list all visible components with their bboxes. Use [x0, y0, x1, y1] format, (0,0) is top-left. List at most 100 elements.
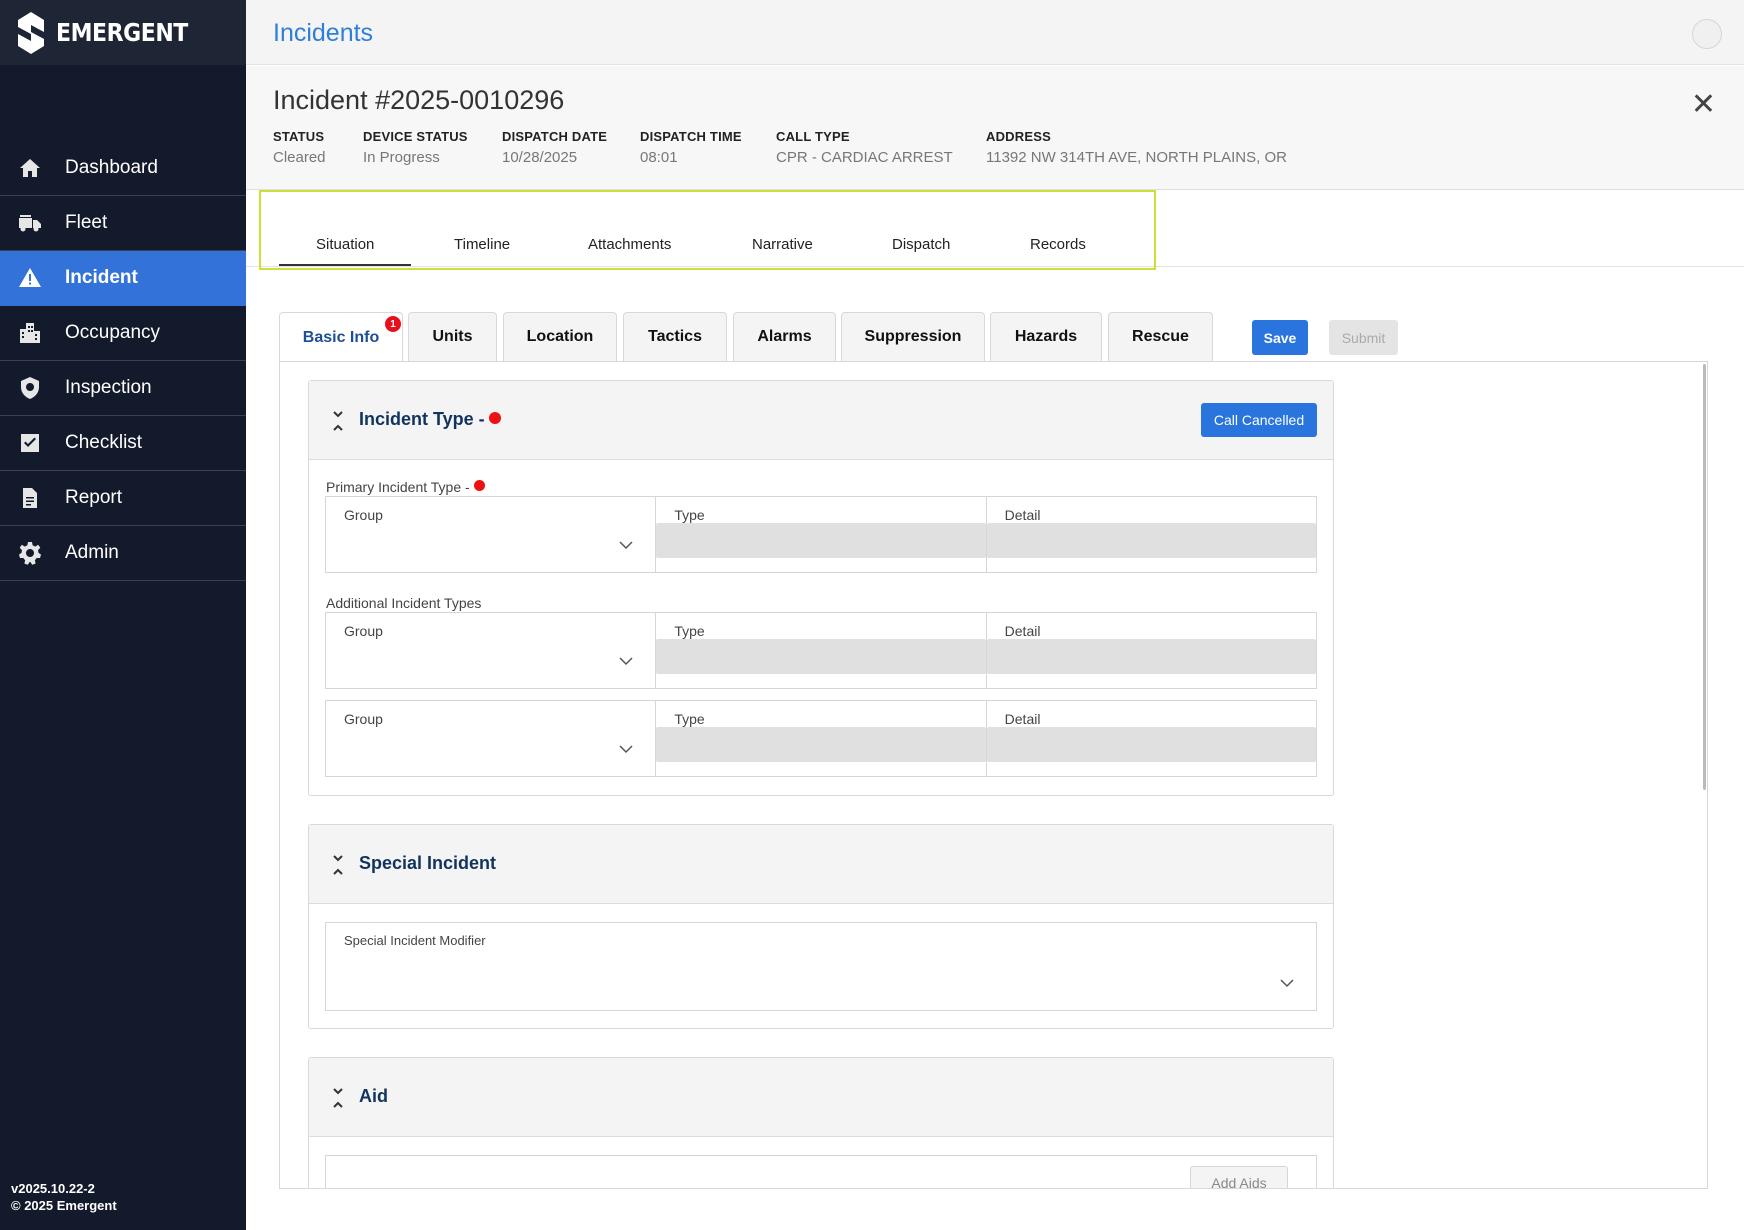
- save-button[interactable]: Save: [1252, 320, 1308, 355]
- chevron-down-icon: [619, 541, 633, 550]
- sidebar-item-label: Inspection: [65, 377, 152, 398]
- section-header[interactable]: Incident Type - Call Cancelled: [309, 381, 1333, 460]
- detail-disabled-input: [986, 523, 1316, 558]
- type-select[interactable]: Type: [656, 613, 987, 688]
- sidebar-item-report[interactable]: Report: [0, 471, 246, 526]
- collapse-chevron-icon[interactable]: [331, 853, 345, 877]
- meta-address: ADDRESS 11392 NW 314TH AVE, NORTH PLAINS…: [986, 129, 1287, 166]
- type-label: Type: [674, 711, 705, 727]
- type-disabled-input: [656, 727, 986, 762]
- collapse-chevron-icon[interactable]: [331, 409, 345, 433]
- chevron-down-icon: [1280, 979, 1294, 988]
- sidebar-item-occupancy[interactable]: Occupancy: [0, 306, 246, 361]
- meta-call-type: CALL TYPE CPR - CARDIAC ARREST: [776, 129, 953, 166]
- sidebar-item-label: Incident: [65, 267, 138, 288]
- avatar[interactable]: [1692, 19, 1722, 49]
- detail-label: Detail: [1004, 623, 1041, 639]
- checkbox-icon: [15, 428, 45, 458]
- type-select[interactable]: Type: [656, 497, 987, 572]
- sidebar-item-label: Admin: [65, 542, 119, 563]
- emergent-logo-icon: [18, 11, 44, 54]
- submit-button[interactable]: Submit: [1329, 320, 1398, 355]
- version-info: v2025.10.22-2 © 2025 Emergent: [11, 1180, 117, 1214]
- sidebar-item-label: Occupancy: [65, 322, 161, 343]
- sidebar-item-label: Report: [65, 487, 123, 508]
- incident-type-section: Incident Type - Call Cancelled Primary I…: [308, 380, 1334, 796]
- detail-select[interactable]: Detail: [986, 701, 1316, 776]
- tab-timeline[interactable]: Timeline: [454, 236, 510, 253]
- subtab-suppression[interactable]: Suppression: [841, 312, 985, 361]
- detail-select[interactable]: Detail: [986, 613, 1316, 688]
- tab-situation[interactable]: Situation: [316, 236, 374, 253]
- section-title: Aid: [359, 1086, 388, 1106]
- subtab-units[interactable]: Units: [408, 312, 497, 361]
- required-indicator: [488, 412, 501, 424]
- section-header[interactable]: Special Incident: [309, 825, 1333, 904]
- sidebar-item-label: Checklist: [65, 432, 143, 453]
- active-tab-indicator: [279, 264, 411, 266]
- subtab-location[interactable]: Location: [503, 312, 617, 361]
- special-incident-modifier-select[interactable]: Special Incident Modifier: [325, 922, 1317, 1011]
- sidebar-item-label: Fleet: [65, 212, 108, 233]
- collapse-chevron-icon[interactable]: [331, 1086, 345, 1110]
- sidebar-nav: Dashboard Fleet Incident Occupancy Inspe…: [0, 141, 246, 581]
- sidebar-item-checklist[interactable]: Checklist: [0, 416, 246, 471]
- group-select[interactable]: Group: [326, 701, 657, 776]
- subtab-basic-info[interactable]: Basic Info 1: [279, 312, 403, 362]
- copyright: © 2025 Emergent: [11, 1198, 117, 1213]
- meta-dispatch-time: DISPATCH TIME 08:01: [640, 129, 742, 166]
- sidebar-item-dashboard[interactable]: Dashboard: [0, 141, 246, 196]
- aid-section: Aid Add Aids: [308, 1057, 1334, 1188]
- group-select[interactable]: Group: [326, 497, 657, 572]
- detail-disabled-input: [986, 727, 1316, 762]
- sidebar-item-incident[interactable]: Incident: [0, 251, 246, 306]
- section-header[interactable]: Aid: [309, 1058, 1333, 1137]
- sidebar: EMERGENT Dashboard Fleet Incident Occupa…: [0, 0, 246, 1230]
- incident-type-title: Incident Type -: [359, 409, 485, 429]
- required-indicator: [473, 480, 485, 491]
- meta-value: CPR - CARDIAC ARREST: [776, 149, 953, 166]
- special-incident-section: Special Incident Special Incident Modifi…: [308, 824, 1334, 1029]
- subtab-alarms[interactable]: Alarms: [733, 312, 836, 361]
- sidebar-item-admin[interactable]: Admin: [0, 526, 246, 581]
- shield-search-icon: [15, 373, 45, 403]
- meta-label: DISPATCH DATE: [502, 129, 608, 144]
- meta-label: DISPATCH TIME: [640, 129, 742, 144]
- type-select[interactable]: Type: [656, 701, 987, 776]
- sidebar-item-inspection[interactable]: Inspection: [0, 361, 246, 416]
- building-icon: [15, 318, 45, 348]
- subtab-tactics[interactable]: Tactics: [623, 312, 727, 361]
- subtab-hazards[interactable]: Hazards: [990, 312, 1102, 361]
- meta-value: In Progress: [363, 149, 440, 166]
- brand-name: EMERGENT: [56, 18, 188, 47]
- brand[interactable]: EMERGENT: [0, 0, 246, 65]
- meta-label: DEVICE STATUS: [363, 129, 468, 144]
- scrollbar[interactable]: [1703, 364, 1706, 790]
- tab-narrative[interactable]: Narrative: [752, 236, 813, 253]
- sidebar-item-fleet[interactable]: Fleet: [0, 196, 246, 251]
- home-icon: [15, 153, 45, 183]
- close-icon[interactable]: ✕: [1691, 90, 1716, 120]
- page-title: Incidents: [273, 19, 374, 47]
- group-select[interactable]: Group: [326, 613, 657, 688]
- call-cancelled-button[interactable]: Call Cancelled: [1201, 403, 1317, 437]
- detail-select[interactable]: Detail: [986, 497, 1316, 572]
- top-bar: Incidents: [246, 0, 1744, 65]
- fire-truck-icon: [15, 208, 45, 238]
- meta-device-status: DEVICE STATUS In Progress: [363, 129, 468, 166]
- tab-attachments[interactable]: Attachments: [588, 236, 671, 253]
- version-number: v2025.10.22-2: [11, 1181, 95, 1196]
- gear-icon: [15, 538, 45, 568]
- type-label: Type: [674, 623, 705, 639]
- meta-status: STATUS Cleared: [273, 129, 326, 166]
- tab-records[interactable]: Records: [1030, 236, 1086, 253]
- meta-value: 11392 NW 314TH AVE, NORTH PLAINS, OR: [986, 149, 1287, 166]
- detail-label: Detail: [1004, 711, 1041, 727]
- type-label: Type: [674, 507, 705, 523]
- section-title: Incident Type -: [359, 409, 501, 430]
- detail-disabled-input: [986, 639, 1316, 674]
- add-aids-button[interactable]: Add Aids: [1190, 1166, 1288, 1188]
- incident-header: Incident #2025-0010296 ✕ STATUS Cleared …: [246, 66, 1744, 190]
- tab-dispatch[interactable]: Dispatch: [892, 236, 950, 253]
- subtab-rescue[interactable]: Rescue: [1108, 312, 1213, 361]
